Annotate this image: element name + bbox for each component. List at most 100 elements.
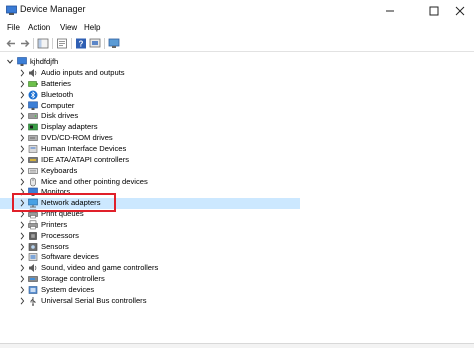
tree-item-label: Audio inputs and outputs xyxy=(41,68,125,77)
show-hide-console-tree-icon[interactable] xyxy=(37,38,49,49)
printer-icon xyxy=(28,220,38,230)
minimize-icon xyxy=(386,10,394,12)
svg-text:?: ? xyxy=(79,40,84,49)
hid-icon xyxy=(28,145,38,153)
chevron-down-icon[interactable] xyxy=(7,58,13,66)
window-title: Device Manager xyxy=(20,4,86,14)
tree-item-label: IDE ATA/ATAPI controllers xyxy=(41,154,130,164)
menu-action[interactable]: Action xyxy=(28,23,50,32)
tree-item[interactable]: Computer xyxy=(0,101,300,112)
display-adapter-icon xyxy=(28,123,38,131)
chevron-right-icon[interactable] xyxy=(19,123,25,131)
scan-hardware-icon[interactable] xyxy=(108,38,120,49)
tree-item-label: Human Interface Devices xyxy=(41,143,127,153)
computer-icon xyxy=(28,101,38,110)
tree-item[interactable]: Sound, video and game controllers xyxy=(0,263,300,274)
bluetooth-icon xyxy=(28,90,38,100)
system-device-icon xyxy=(28,286,38,294)
chevron-right-icon[interactable] xyxy=(19,80,25,88)
toolbar-separator xyxy=(33,38,34,49)
chevron-right-icon[interactable] xyxy=(19,275,25,283)
tree-item-label: Universal Serial Bus controllers xyxy=(41,295,147,305)
chevron-right-icon[interactable] xyxy=(19,264,25,272)
chevron-right-icon[interactable] xyxy=(19,69,25,77)
tree-item-label: Keyboards xyxy=(41,165,78,175)
tree-item-label: Sound, video and game controllers xyxy=(41,263,159,273)
disk-drive-icon xyxy=(28,113,38,120)
menu-bar: File Action View Help xyxy=(0,22,474,35)
tree-item[interactable]: Human Interface Devices xyxy=(0,144,300,155)
chevron-right-icon[interactable] xyxy=(19,253,25,261)
chevron-right-icon[interactable] xyxy=(19,232,25,240)
tree-item-label: Disk drives xyxy=(41,111,79,121)
chevron-right-icon[interactable] xyxy=(19,134,25,142)
sound-icon xyxy=(29,264,37,273)
tree-item[interactable]: Universal Serial Bus controllers xyxy=(0,296,300,307)
chevron-right-icon[interactable] xyxy=(19,156,25,164)
tree-item[interactable]: Disk drives xyxy=(0,111,300,122)
tree-item-label: System devices xyxy=(41,285,95,294)
tree-item-label: Display adapters xyxy=(41,122,98,132)
chevron-right-icon[interactable] xyxy=(19,286,25,294)
chevron-right-icon[interactable] xyxy=(19,178,25,186)
minimize-button[interactable] xyxy=(372,0,408,22)
tree-item-label: Printers xyxy=(41,219,68,229)
battery-icon xyxy=(28,81,38,87)
tree-item[interactable]: DVD/CD-ROM drives xyxy=(0,133,300,144)
menu-help[interactable]: Help xyxy=(84,23,100,32)
close-button[interactable] xyxy=(442,0,474,22)
close-icon xyxy=(455,6,465,16)
toolbar-separator xyxy=(104,38,105,49)
back-arrow-icon[interactable] xyxy=(5,38,17,49)
tree-item[interactable]: Sensors xyxy=(0,242,300,253)
tree-root-label: kjhdfdjfh xyxy=(30,57,59,66)
speaker-icon xyxy=(29,69,37,77)
network-adapters-highlight xyxy=(12,193,116,212)
tree-item-label: Processors xyxy=(41,230,79,240)
update-driver-icon[interactable] xyxy=(89,38,101,49)
tree-item[interactable]: Bluetooth xyxy=(0,90,300,101)
tree-item[interactable]: Keyboards xyxy=(0,166,300,177)
tree-item[interactable]: Batteries xyxy=(0,79,300,90)
tree-item-label: Bluetooth xyxy=(41,89,74,99)
device-manager-icon xyxy=(6,5,17,15)
tree-item[interactable]: Display adapters xyxy=(0,122,300,133)
chevron-right-icon[interactable] xyxy=(19,91,25,99)
toolbar-separator xyxy=(52,38,53,49)
help-icon[interactable]: ? xyxy=(75,38,87,49)
tree-item[interactable]: Storage controllers xyxy=(0,274,300,285)
chevron-right-icon[interactable] xyxy=(19,297,25,305)
chevron-right-icon[interactable] xyxy=(19,145,25,153)
tree-item-label: Mice and other pointing devices xyxy=(41,176,148,186)
title-bar: Device Manager xyxy=(0,0,474,22)
tree-item[interactable]: Printers xyxy=(0,220,300,231)
mouse-icon xyxy=(30,177,36,186)
forward-arrow-icon[interactable] xyxy=(19,38,31,49)
tree-item[interactable]: System devices xyxy=(0,285,300,296)
tree-item-label: Storage controllers xyxy=(41,274,105,284)
tree-root[interactable]: kjhdfdjfh xyxy=(0,57,300,68)
menu-view[interactable]: View xyxy=(60,23,77,32)
dvd-drive-icon xyxy=(28,135,38,141)
tree-item-label: Software devices xyxy=(41,252,99,262)
maximize-icon xyxy=(429,6,439,16)
tree-item-label: Computer xyxy=(41,100,75,110)
chevron-right-icon[interactable] xyxy=(19,112,25,120)
menu-file[interactable]: File xyxy=(7,23,20,32)
storage-icon xyxy=(28,276,38,282)
tree-item[interactable]: IDE ATA/ATAPI controllers xyxy=(0,155,300,166)
chevron-right-icon[interactable] xyxy=(19,102,25,110)
processor-icon xyxy=(29,231,37,240)
tree-item[interactable]: Audio inputs and outputs xyxy=(0,68,300,79)
keyboard-icon xyxy=(28,167,38,174)
tree-item[interactable]: Software devices xyxy=(0,252,300,263)
chevron-right-icon[interactable] xyxy=(19,167,25,175)
tree-item-label: Batteries xyxy=(41,78,71,88)
software-device-icon xyxy=(28,253,38,262)
tree-item[interactable]: Processors xyxy=(0,231,300,242)
tree-item[interactable]: Mice and other pointing devices xyxy=(0,177,300,188)
chevron-right-icon[interactable] xyxy=(19,221,25,229)
chevron-right-icon[interactable] xyxy=(19,243,25,251)
sensor-icon xyxy=(28,242,38,251)
properties-icon[interactable] xyxy=(56,38,68,49)
